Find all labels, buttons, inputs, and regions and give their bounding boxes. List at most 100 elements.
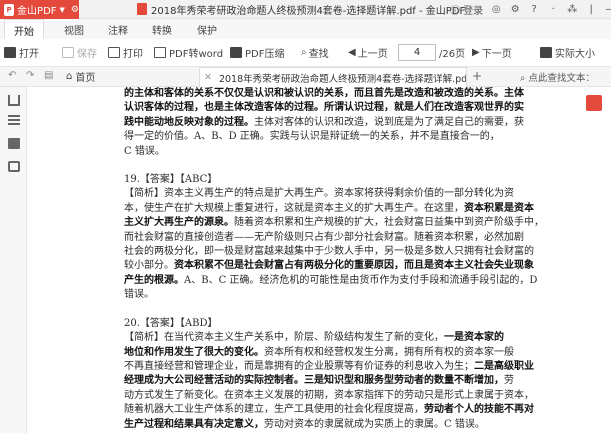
question-18-continued: 的主体和客体的关系不仅仅是认识和被认识的关系，而且首先是改造和被改造的关系。主体… xyxy=(124,87,552,159)
find-button[interactable]: ⌕ 查找 xyxy=(301,45,329,60)
bold-text-run: 地位和作用发生了很大的变化。 xyxy=(124,346,264,358)
redo-icon[interactable]: ↷ xyxy=(26,70,34,81)
document-line: 【简析】资本主义再生产的特点是扩大再生产。资本家将获得剩余价值的一部分转化为资 xyxy=(124,187,552,201)
document-viewport[interactable]: 的主体和客体的关系不仅仅是认识和被认识的关系，而且首先是改造和被改造的关系。主体… xyxy=(28,87,584,433)
bold-text-run: 一是资本家的 xyxy=(444,332,504,344)
title-bar: P 金山PDF ▼ ⚙ 2018年秀荣考研政治命题人终极预测4套卷-选择题详解.… xyxy=(0,0,611,19)
printer-icon xyxy=(108,47,120,58)
tab-annotate[interactable]: 注释 xyxy=(108,22,128,37)
text-run: 得一定的价值。A、B、D 正确。实践与认识是辩证统一的关系，并不是直接合一的， xyxy=(124,131,500,143)
next-page-button[interactable]: ▶ 下一页 xyxy=(472,45,512,60)
bold-text-run: 践中能动地反映对象的过程。 xyxy=(124,116,254,128)
bookmark-icon[interactable] xyxy=(8,95,20,106)
menu-bar: 开始 视图 注释 转换 保护 xyxy=(0,19,611,39)
text-run: 社会的两极分化，即一极是财富越来越集中于少数人手中，另一极是多数人只拥有社会财富… xyxy=(124,246,534,258)
page-number-input[interactable]: 4 xyxy=(398,44,436,61)
text-run: 错误。 xyxy=(124,289,154,301)
login-button[interactable]: ⓘ 登录 xyxy=(450,2,483,17)
bold-text-run: 主义扩大再生产的源泉。 xyxy=(124,217,234,229)
help-icon[interactable]: ? xyxy=(528,4,540,15)
document-line: 主义扩大再生产的源泉。随着资本积累和生产规模的扩大，社会财富日益集中到资产阶级手… xyxy=(124,216,552,230)
print-button[interactable]: 打印 xyxy=(108,45,143,60)
comments-icon[interactable] xyxy=(8,161,20,172)
arrow-left-icon: ◀ xyxy=(348,47,356,58)
pdf-reader-window: P 金山PDF ▼ ⚙ 2018年秀荣考研政治命题人终极预测4套卷-选择题详解.… xyxy=(0,0,611,433)
right-sidebar xyxy=(584,87,611,433)
thumbnails-icon[interactable] xyxy=(8,138,20,149)
home-icon: ⌂ xyxy=(66,71,73,82)
save-button[interactable]: 保存 xyxy=(62,45,97,60)
left-sidebar xyxy=(0,87,27,433)
text-run: 【简析】资本主义再生产的特点是扩大再生产。资本家将获得剩余价值的一部分转化为资 xyxy=(124,188,514,200)
bold-text-run: 的主体和客体的关系不仅仅是认识和被认识的关系，而且首先是改造和被改造的关系。主体 xyxy=(124,88,524,99)
document-line: 社会的两极分化，即一极是财富越来越集中于少数人手中，另一极是多数人只拥有社会财富… xyxy=(124,245,552,259)
page-total: /26页 xyxy=(439,49,466,60)
bold-text-run: 经理成为大公司经营活动的实际控制者。三是知识型和服务型劳动者的数量不断增加， xyxy=(124,375,504,387)
text-search-input[interactable]: ⌕ 点此查找文本： xyxy=(520,70,595,84)
tab-list-icon[interactable]: ▤ xyxy=(44,70,53,81)
document-line: 本，使生产在扩大规模上重复进行，这就是资本主义的扩大再生产。在这里，资本积累是资… xyxy=(124,202,552,216)
divider: | xyxy=(589,4,593,15)
text-run: 资本所有权和经营权发生分离，拥有所有权的资本家一般 xyxy=(264,346,514,358)
text-run: 较小部分。 xyxy=(124,260,174,272)
pdf-compress-button[interactable]: PDF压缩 xyxy=(230,45,284,60)
window-title: 2018年秀荣考研政治命题人终极预测4套卷-选择题详解.pdf - 金山PDF xyxy=(151,6,466,17)
text-run: 【简析】在当代资本主义生产关系中，阶层、阶级结构发生了新的变化， xyxy=(124,332,444,344)
tab-bar: ↶ ↷ ▤ ⌂ 首页 ✕ 2018年秀荣考研政治命题人终极预测4套卷-选择题详解… xyxy=(0,67,611,87)
text-run: C 错误。 xyxy=(124,145,165,157)
document-line: 而社会财富的直接创造者——无产阶级则只占有少部分社会财富。随着资本积累，必然加剧 xyxy=(124,231,552,245)
feedback-icon[interactable]: ⁂ xyxy=(566,4,578,15)
tab-view[interactable]: 视图 xyxy=(64,22,84,37)
minimize-button[interactable]: — xyxy=(604,4,611,15)
bold-text-run: 二是高级职业 xyxy=(474,360,534,372)
document-line: 【简析】在当代资本主义生产关系中，阶层、阶级结构发生了新的变化，一是资本家的 xyxy=(124,331,552,345)
answer-19-heading: 19.【答案】【ABC】 xyxy=(124,174,218,186)
close-tab-icon[interactable]: ✕ xyxy=(204,72,212,83)
text-run: 劳 xyxy=(504,375,514,387)
skin-icon[interactable]: ◎ xyxy=(490,4,502,15)
tab-protect[interactable]: 保护 xyxy=(197,22,217,37)
bold-text-run: 劳动者个人的技能不再对 xyxy=(424,404,534,416)
bold-text-run: 产生的根源。 xyxy=(124,274,184,286)
text-run: 主体对客体的认识和改造，说到底是为了满足自己的需要，获 xyxy=(254,116,524,128)
app-menu-button[interactable]: P 金山PDF ▼ ⚙ xyxy=(0,0,79,19)
document-line: 践中能动地反映对象的过程。主体对客体的认识和改造，说到底是为了满足自己的需要，获 xyxy=(124,116,552,130)
new-tab-icon[interactable]: + xyxy=(472,69,482,83)
document-line: 生产过程和结果具有决定意义，劳动对资本的隶属就成为实质上的隶属。C 错误。 xyxy=(124,418,552,432)
folder-open-icon xyxy=(4,47,16,58)
bold-text-run: 生产过程和结果具有决定意义， xyxy=(124,418,264,430)
app-brand-label: 金山PDF xyxy=(17,6,57,17)
chevron-down-icon: ▼ xyxy=(59,5,65,14)
dot-separator: · xyxy=(551,4,555,15)
window-controls: ⓘ 登录 ◎ ⚙ ? · ⁂ | — □ ✕ xyxy=(450,2,611,17)
search-icon: ⌕ xyxy=(520,73,526,84)
pdf-file-icon xyxy=(137,3,147,15)
tab-document[interactable]: ✕ 2018年秀荣考研政治命题人终极预测4套卷-选择题详解.pdf ✕ xyxy=(199,67,467,87)
text-run: 随着机器大工业生产体系的建立，生产工具使用的社会化程度提高， xyxy=(124,404,424,416)
text-run: 而社会财富的直接创造者——无产阶级则只占有少部分社会财富。随着资本积累，必然加剧 xyxy=(124,231,524,243)
undo-icon[interactable]: ↶ xyxy=(8,70,16,81)
settings-icon[interactable]: ⚙ xyxy=(509,4,521,15)
document-line: 错误。 xyxy=(124,288,552,302)
prev-page-button[interactable]: ◀ 上一页 xyxy=(348,45,388,60)
tab-start[interactable]: 开始 xyxy=(4,19,44,39)
quick-access-icon[interactable]: ⚙ xyxy=(71,5,79,15)
outline-icon[interactable] xyxy=(8,115,20,126)
toolbar: 打开 保存 打印 PDF转word PDF压缩 ⌕ 查找 ◀ 上一页 4 /26页 … xyxy=(0,39,611,67)
tab-convert[interactable]: 转换 xyxy=(152,22,172,37)
pdf-tools-icon[interactable] xyxy=(586,95,602,111)
open-button[interactable]: 打开 xyxy=(4,45,39,60)
compress-icon xyxy=(230,47,242,58)
document-line: 的主体和客体的关系不仅仅是认识和被认识的关系，而且首先是改造和被改造的关系。主体 xyxy=(124,87,552,101)
actual-size-button[interactable]: 实际大小 xyxy=(540,45,595,60)
pdf-to-word-icon xyxy=(154,47,166,58)
tab-home[interactable]: ⌂ 首页 xyxy=(66,69,95,84)
answer-19-analysis: 【简析】资本主义再生产的特点是扩大再生产。资本家将获得剩余价值的一部分转化为资本… xyxy=(124,187,552,302)
document-line: 动方式发生了新变化。在资本主义发展的初期，资本家指挥下的劳动只是形式上隶属于资本… xyxy=(124,389,552,403)
document-line: 产生的根源。A、B、C 正确。经济危机的可能性是由货币作为支付手段和流通手段引起… xyxy=(124,274,552,288)
document-line: 较小部分。资本积累不但是社会财富占有两极分化的重要原因，而且是资本主义社会失业现… xyxy=(124,259,552,273)
pdf-logo-icon: P xyxy=(4,3,15,16)
pdf-to-word-button[interactable]: PDF转word xyxy=(154,45,223,60)
text-run: 随着资本积累和生产规模的扩大，社会财富日益集中到资产阶级手中， xyxy=(234,217,544,229)
document-line: 得一定的价值。A、B、D 正确。实践与认识是辩证统一的关系，并不是直接合一的， xyxy=(124,130,552,144)
